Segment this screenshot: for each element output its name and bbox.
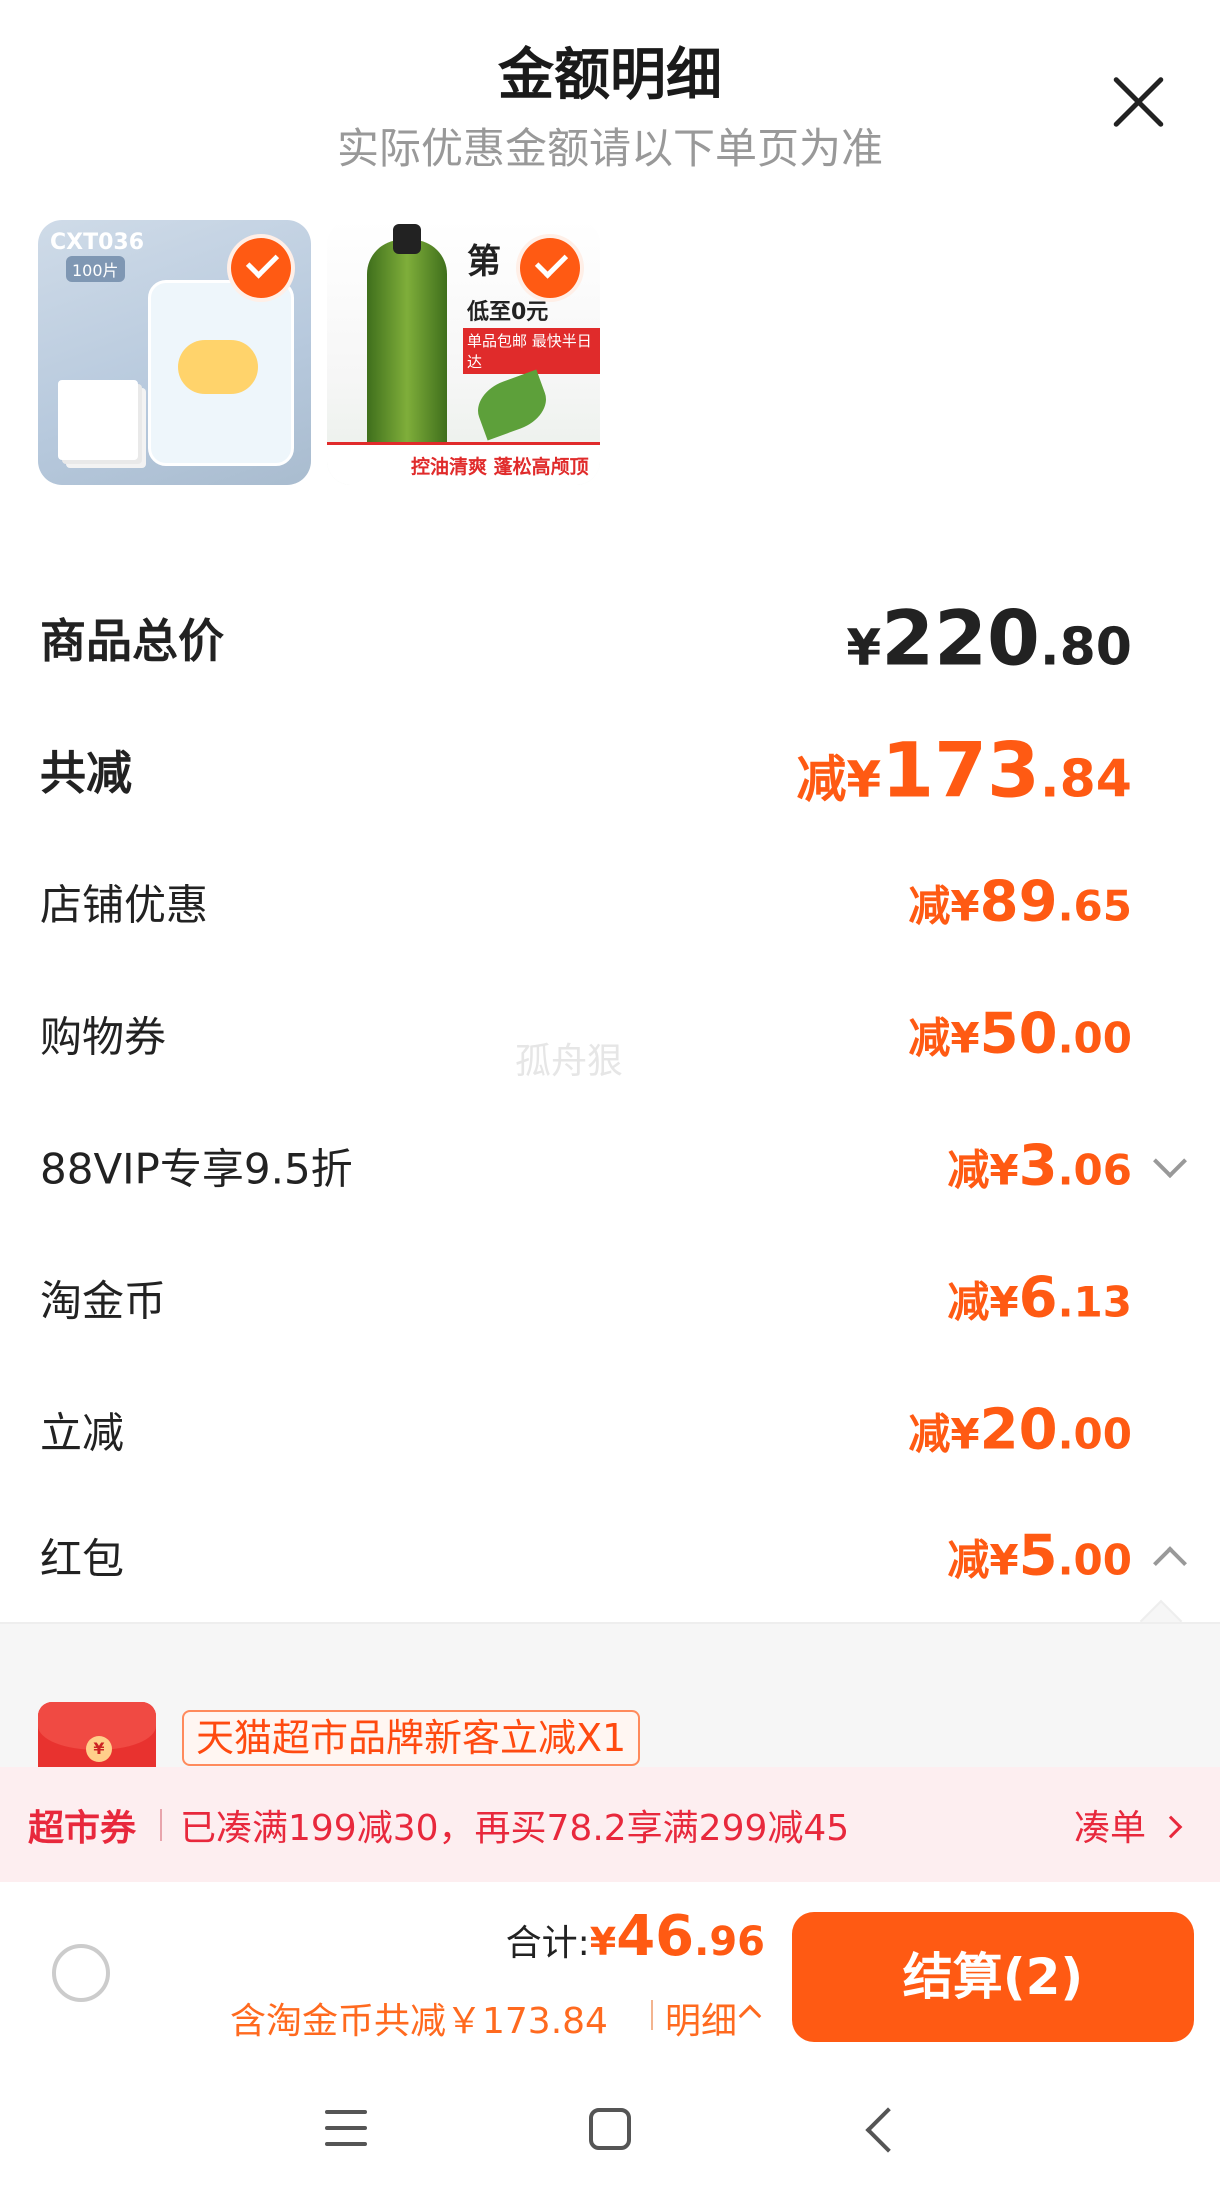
supermarket-coupon-bar[interactable]: 超市券 已凑满199减30，再买78.2享满299减45 凑单 (0, 1767, 1220, 1882)
row-total-price: 商品总价 ¥220.80 (0, 572, 1220, 704)
row-instant-discount: 立减 减¥20.00 (0, 1364, 1220, 1496)
divider (160, 1809, 162, 1841)
promo-bar: 控油清爽 蓬松高颅顶 (327, 442, 600, 485)
header: 金额明细 实际优惠金额请以下单页为准 (0, 0, 1220, 200)
selected-check-icon[interactable] (516, 234, 584, 302)
row-red-packet[interactable]: 红包 减¥5.00 (0, 1490, 1220, 1622)
system-nav-bar (0, 2052, 1220, 2210)
cloud-graphic (178, 340, 258, 394)
chevron-down-icon[interactable] (1153, 1144, 1187, 1179)
chevron-up-icon[interactable] (1153, 1546, 1187, 1581)
row-label: 店铺优惠 (40, 880, 209, 930)
instant-discount-value: 减¥20.00 (908, 1397, 1132, 1463)
row-label: 淘金币 (40, 1276, 167, 1326)
menu-icon[interactable] (325, 2110, 367, 2146)
taobao-coins-value: 减¥6.13 (947, 1265, 1132, 1331)
selected-check-icon[interactable] (227, 234, 295, 302)
product-count-badge: 100片 (66, 256, 125, 282)
page-title: 金额明细 (498, 43, 722, 108)
add-items-link[interactable]: 凑单 (1074, 1799, 1146, 1851)
total-sum: 合计:¥46.96 (505, 1904, 765, 1969)
total-price-value: ¥220.80 (846, 593, 1132, 683)
pump-graphic (393, 224, 421, 254)
red-packet-panel: ¥ 天猫超市品牌新客立减X1 (0, 1622, 1220, 1769)
product-code-label: CXT036 (50, 230, 145, 255)
watermark: 孤舟狠 (515, 1041, 624, 1082)
promo-title: 第 (467, 242, 501, 282)
promo-bar-text: 控油清爽 蓬松高颅顶 (411, 456, 589, 478)
close-icon[interactable] (1108, 72, 1168, 132)
total-reduction-summary: 含淘金币共减￥173.84 (230, 2001, 608, 2042)
row-label: 商品总价 (40, 614, 224, 668)
product-thumbnail-2[interactable]: 第 低至0元 单品包邮 最快半日达 控油清爽 蓬松高颅顶 (327, 220, 600, 485)
supermarket-coupon-text: 已凑满199减30，再买78.2享满299减45 (180, 1807, 850, 1849)
promo-tag: 单品包邮 最快半日达 (463, 328, 600, 374)
supermarket-coupon-label: 超市券 (28, 1807, 137, 1849)
back-icon[interactable] (865, 2107, 911, 2153)
shampoo-bottle-image (367, 240, 447, 470)
row-label: 共减 (40, 746, 132, 800)
page-subtitle: 实际优惠金额请以下单页为准 (336, 124, 883, 173)
row-label: 购物券 (40, 1012, 167, 1062)
leaf-graphic (470, 369, 554, 441)
cotton-pads-image (58, 380, 138, 460)
row-total-reduction: 共减 减¥173.84 (0, 704, 1220, 836)
row-label: 红包 (40, 1534, 125, 1584)
shop-discount-value: 减¥89.65 (908, 869, 1132, 935)
divider (651, 2000, 653, 2030)
total-reduction-value: 减¥173.84 (796, 725, 1132, 815)
shopping-coupon-value: 减¥50.00 (908, 1001, 1132, 1067)
red-packet-tag: 天猫超市品牌新客立减X1 (182, 1710, 641, 1766)
row-label: 立减 (40, 1408, 125, 1458)
row-label: 88VIP专享9.5折 (40, 1144, 353, 1194)
details-link[interactable]: 明细 (665, 1992, 737, 2044)
product-thumbnail-1[interactable]: CXT036 100片 (38, 220, 311, 485)
yen-coin-icon: ¥ (86, 1736, 112, 1762)
checkout-button[interactable]: 结算(2) (792, 1912, 1194, 2042)
home-icon[interactable] (589, 2108, 631, 2150)
select-all-radio[interactable] (52, 1944, 110, 2002)
red-packet-value: 减¥5.00 (947, 1523, 1132, 1589)
row-vip-discount[interactable]: 88VIP专享9.5折 减¥3.06 (0, 1100, 1220, 1232)
chevron-right-icon[interactable] (1159, 1815, 1183, 1839)
vip-discount-value: 减¥3.06 (947, 1133, 1132, 1199)
row-shop-discount: 店铺优惠 减¥89.65 (0, 836, 1220, 968)
chevron-up-icon[interactable] (738, 2004, 762, 2028)
row-taobao-coins: 淘金币 减¥6.13 (0, 1232, 1220, 1364)
checkout-footer: 合计:¥46.96 含淘金币共减￥173.84 明细 结算(2) (0, 1882, 1220, 2052)
